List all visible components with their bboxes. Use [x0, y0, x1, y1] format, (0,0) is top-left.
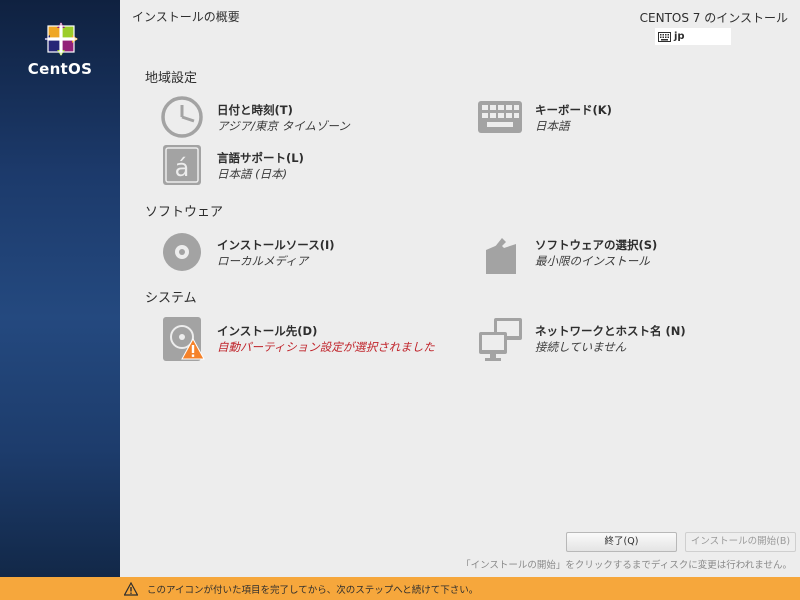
spoke-network-title: ネットワークとホスト名 (N): [535, 324, 686, 338]
keyboard-layout-label: jp: [674, 31, 685, 42]
spoke-install-source-status: ローカルメディア: [217, 254, 309, 268]
network-icon: [479, 318, 522, 361]
begin-install-button[interactable]: インストールの開始(B): [685, 532, 796, 552]
spoke-install-destination[interactable]: インストール先(D) 自動パーティション設定が選択されました: [160, 316, 460, 364]
spoke-language-status: 日本語 (日本): [217, 167, 288, 181]
spoke-language-title: 言語サポート(L): [217, 151, 304, 165]
centos-logo-icon: [44, 22, 78, 56]
quit-button[interactable]: 終了(Q): [566, 532, 677, 552]
spoke-keyboard-title: キーボード(K): [535, 103, 612, 117]
package-icon: [486, 238, 516, 274]
product-title: CENTOS 7 のインストール: [639, 11, 788, 25]
brand-name: CentOS: [27, 60, 93, 78]
keyboard-layout-indicator[interactable]: jp: [655, 28, 731, 45]
begin-install-hint: 「インストールの開始」をクリックするまでディスクに変更は行われません。: [461, 560, 792, 571]
spoke-datetime-title: 日付と時刻(T): [217, 103, 293, 117]
spoke-datetime[interactable]: 日付と時刻(T) アジア/東京 タイムゾーン: [160, 95, 460, 143]
spoke-install-source-title: インストールソース(I): [217, 238, 335, 252]
warning-bar: このアイコンが付いた項目を完了してから、次のステップへと続けて下さい。: [0, 577, 800, 600]
warning-icon: [181, 338, 205, 360]
spoke-software-selection[interactable]: ソフトウェアの選択(S) 最小限のインストール: [478, 230, 778, 278]
warning-icon: [124, 581, 138, 596]
page-title: インストールの概要: [132, 10, 240, 24]
spoke-install-destination-title: インストール先(D): [217, 324, 318, 338]
section-title-software: ソフトウェア: [145, 205, 224, 220]
spoke-language[interactable]: á 言語サポート(L) 日本語 (日本): [160, 143, 460, 191]
spoke-install-source[interactable]: インストールソース(I) ローカルメディア: [160, 230, 460, 278]
section-title-system: システム: [145, 291, 197, 306]
keyboard-icon: [658, 31, 671, 42]
spoke-keyboard[interactable]: キーボード(K) 日本語: [478, 95, 778, 143]
section-title-localization: 地域設定: [145, 71, 198, 86]
spoke-install-destination-status: 自動パーティション設定が選択されました: [217, 340, 435, 354]
warning-text: このアイコンが付いた項目を完了してから、次のステップへと続けて下さい。: [147, 584, 479, 596]
spoke-network-status: 接続していません: [535, 340, 627, 354]
language-icon: á: [163, 145, 201, 185]
keyboard-icon: [478, 101, 522, 133]
spoke-datetime-status: アジア/東京 タイムゾーン: [217, 119, 350, 133]
spoke-network[interactable]: ネットワークとホスト名 (N) 接続していません: [478, 316, 778, 364]
svg-text:á: á: [175, 154, 190, 182]
spoke-software-selection-title: ソフトウェアの選択(S): [535, 238, 658, 252]
spoke-software-selection-status: 最小限のインストール: [535, 254, 650, 268]
disc-icon: [163, 233, 201, 271]
sidebar: CentOS: [0, 0, 120, 577]
clock-icon: [161, 96, 203, 138]
spoke-keyboard-status: 日本語: [535, 119, 570, 133]
